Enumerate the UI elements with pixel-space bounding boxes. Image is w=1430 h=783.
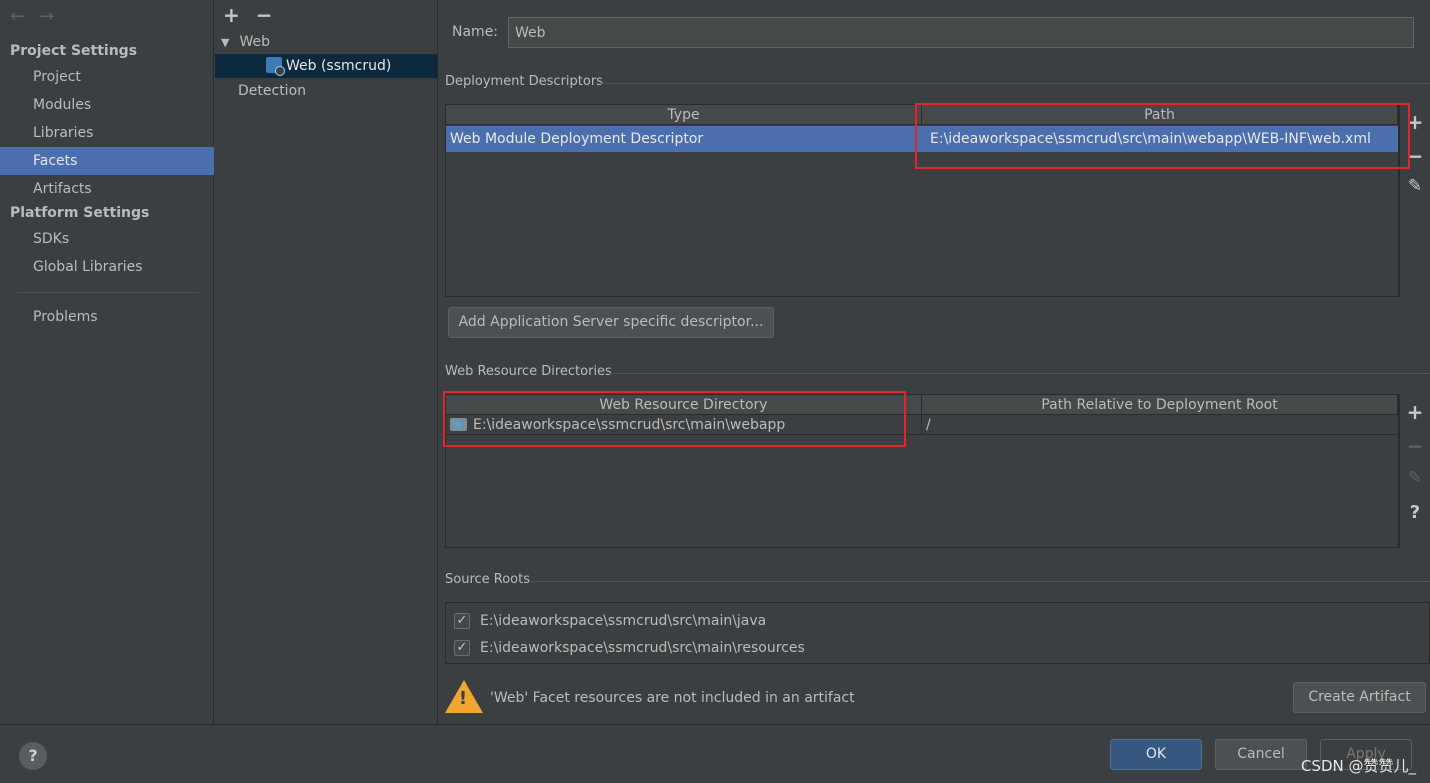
- list-item[interactable]: ✓ E:\ideaworkspace\ssmcrud\src\main\reso…: [454, 637, 805, 659]
- add-icon[interactable]: +: [223, 3, 240, 27]
- resource-tools: + − ✎ ?: [1399, 394, 1429, 548]
- warning-message: 'Web' Facet resources are not included i…: [490, 690, 855, 706]
- create-artifact-button[interactable]: Create Artifact: [1293, 682, 1426, 713]
- add-icon[interactable]: +: [1400, 110, 1430, 134]
- web-resource-directories-table[interactable]: Web Resource Directory Path Relative to …: [445, 394, 1399, 548]
- warning-mark: !: [458, 688, 468, 709]
- nav-item-libraries[interactable]: Libraries: [0, 119, 214, 147]
- web-resource-directories-title: Web Resource Directories: [445, 364, 612, 379]
- arrow-left-icon[interactable]: ←: [10, 6, 25, 27]
- section-divider: [607, 373, 1430, 374]
- source-roots-title: Source Roots: [445, 572, 531, 587]
- help-icon[interactable]: ?: [1400, 502, 1430, 523]
- nav-item-artifacts[interactable]: Artifacts: [0, 175, 214, 203]
- column-header-web-resource-directory[interactable]: Web Resource Directory: [446, 395, 922, 415]
- cancel-button[interactable]: Cancel: [1215, 739, 1307, 770]
- tree-node-web-ssmcrud[interactable]: Web (ssmcrud): [215, 54, 438, 78]
- source-roots-list: ✓ E:\ideaworkspace\ssmcrud\src\main\java…: [445, 602, 1430, 664]
- dialog-button-bar: ? OK Cancel Apply CSDN @赞赞儿_: [0, 724, 1430, 783]
- nav-item-problems[interactable]: Problems: [0, 303, 214, 331]
- name-label: Name:: [452, 24, 499, 40]
- remove-icon[interactable]: −: [256, 3, 273, 27]
- column-header-path[interactable]: Path: [922, 105, 1398, 125]
- table-header: Type Path: [446, 105, 1398, 125]
- nav-item-sdks[interactable]: SDKs: [0, 225, 214, 253]
- resource-directory-cell: E:\ideaworkspace\ssmcrud\src\main\webapp: [446, 415, 922, 435]
- nav-arrows: ← →: [10, 6, 54, 27]
- table-row[interactable]: Web Module Deployment Descriptor E:\idea…: [446, 126, 1398, 152]
- table-header: Web Resource Directory Path Relative to …: [446, 395, 1398, 415]
- list-item[interactable]: ✓ E:\ideaworkspace\ssmcrud\src\main\java: [454, 610, 766, 632]
- tree-node-label: Web (ssmcrud): [286, 58, 392, 74]
- edit-pencil-icon[interactable]: ✎: [1400, 468, 1430, 488]
- source-root-checkbox[interactable]: ✓: [454, 613, 470, 629]
- expand-triangle-icon[interactable]: ▼: [221, 31, 229, 55]
- source-root-path: E:\ideaworkspace\ssmcrud\src\main\resour…: [480, 640, 805, 656]
- ok-button[interactable]: OK: [1110, 739, 1202, 770]
- nav-item-project[interactable]: Project: [0, 63, 214, 91]
- project-settings-heading: Project Settings: [10, 43, 138, 59]
- remove-icon[interactable]: −: [1400, 144, 1430, 168]
- edit-pencil-icon[interactable]: ✎: [1400, 176, 1430, 196]
- section-divider: [531, 581, 1430, 582]
- tree-node-web[interactable]: ▼ Web: [215, 30, 438, 54]
- source-root-checkbox[interactable]: ✓: [454, 640, 470, 656]
- tree-toolbar: + −: [223, 3, 273, 27]
- descriptor-tools: + − ✎: [1399, 104, 1429, 297]
- nav-item-facets[interactable]: Facets: [0, 147, 214, 175]
- name-input[interactable]: [508, 17, 1414, 48]
- add-server-descriptor-button[interactable]: Add Application Server specific descript…: [448, 307, 774, 338]
- settings-nav: ← → Project Settings Project Modules Lib…: [0, 0, 214, 724]
- deployment-descriptors-title: Deployment Descriptors: [445, 74, 603, 89]
- descriptor-type-cell: Web Module Deployment Descriptor: [450, 131, 704, 147]
- facet-tree-panel: + − ▼ Web Web (ssmcrud) Detection: [215, 0, 438, 724]
- nav-divider: [17, 292, 199, 293]
- nav-item-modules[interactable]: Modules: [0, 91, 214, 119]
- help-button[interactable]: ?: [19, 742, 47, 770]
- column-header-relative-path[interactable]: Path Relative to Deployment Root: [922, 395, 1398, 415]
- column-header-type[interactable]: Type: [446, 105, 922, 125]
- nav-item-global-libraries[interactable]: Global Libraries: [0, 253, 214, 281]
- web-folder-icon: [450, 418, 467, 431]
- add-icon[interactable]: +: [1400, 400, 1430, 424]
- watermark: CSDN @赞赞儿_: [1300, 757, 1416, 775]
- deployment-descriptors-table[interactable]: Type Path Web Module Deployment Descript…: [445, 104, 1399, 297]
- relative-path-cell: /: [926, 417, 931, 433]
- section-divider: [601, 83, 1430, 84]
- remove-icon[interactable]: −: [1400, 434, 1430, 458]
- web-facet-icon: [266, 57, 285, 76]
- source-root-path: E:\ideaworkspace\ssmcrud\src\main\java: [480, 613, 767, 629]
- platform-settings-heading: Platform Settings: [10, 205, 150, 221]
- tree-node-label: Web: [239, 34, 270, 50]
- table-row[interactable]: E:\ideaworkspace\ssmcrud\src\main\webapp…: [446, 415, 1398, 435]
- arrow-right-icon[interactable]: →: [39, 6, 54, 27]
- descriptor-path-cell: E:\ideaworkspace\ssmcrud\src\main\webapp…: [930, 131, 1371, 147]
- tree-node-detection[interactable]: Detection: [215, 79, 438, 103]
- facet-settings-panel: Name: Deployment Descriptors Type Path W…: [439, 0, 1430, 724]
